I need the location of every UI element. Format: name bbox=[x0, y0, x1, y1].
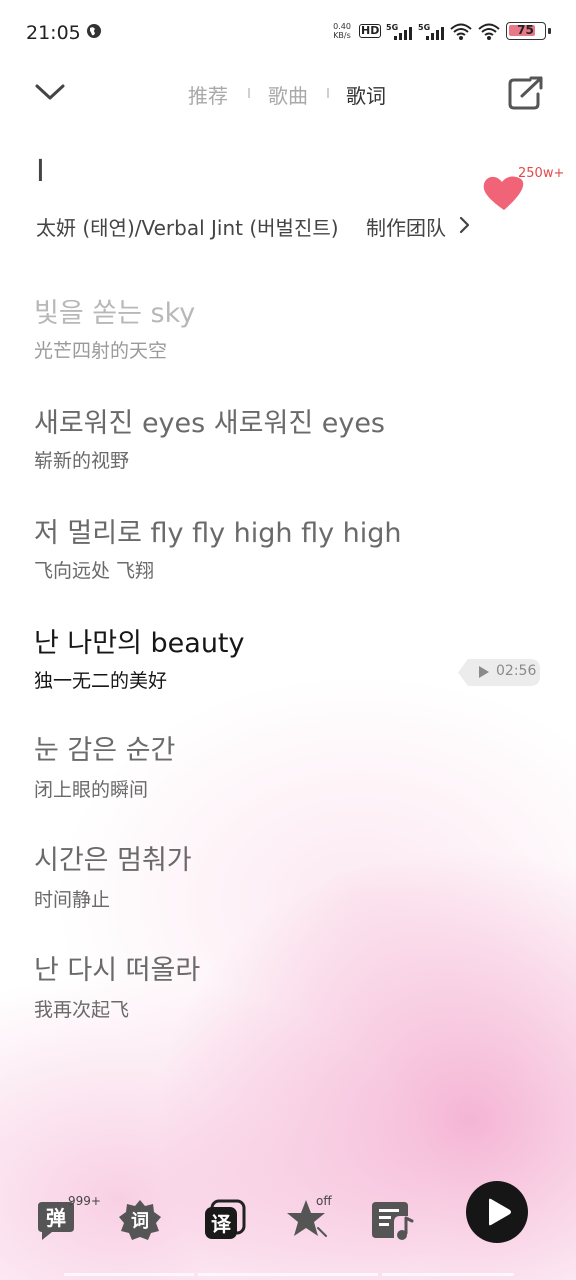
playlist-icon[interactable] bbox=[370, 1198, 414, 1242]
hd-badge: HD bbox=[359, 24, 382, 38]
share-icon[interactable] bbox=[504, 74, 548, 114]
translate-button[interactable]: 译 bbox=[202, 1198, 246, 1242]
tab-divider bbox=[248, 88, 250, 98]
signal-icon: 5G bbox=[386, 23, 412, 40]
lyric-line[interactable]: 저 멀리로 fly fly high fly high bbox=[34, 511, 402, 550]
tab-lyrics[interactable]: 歌词 bbox=[346, 80, 386, 109]
lyric-translation[interactable]: 闭上眼的瞬间 bbox=[34, 775, 148, 802]
chevron-down-icon[interactable] bbox=[30, 74, 70, 110]
lyric-style-label: 词 bbox=[131, 1211, 149, 1232]
clock: 21:05 bbox=[26, 22, 81, 44]
credits-link[interactable]: 制作团队 bbox=[366, 212, 446, 241]
tab-song[interactable]: 歌曲 bbox=[268, 80, 308, 109]
lyric-line[interactable]: 새로워진 eyes 새로워진 eyes bbox=[34, 401, 385, 440]
signal-icon: 5G bbox=[418, 23, 444, 40]
status-bar: 21:05 0.40 KB/s HD 5G 5G 75 bbox=[0, 0, 576, 64]
lyric-line-current[interactable]: 난 나만의 beauty bbox=[34, 621, 245, 660]
play-icon bbox=[479, 666, 489, 678]
danmu-label: 弹 bbox=[46, 1206, 66, 1230]
favorite-state: off bbox=[316, 1194, 332, 1208]
network-speed: 0.40 KB/s bbox=[330, 22, 354, 40]
play-icon bbox=[489, 1198, 511, 1226]
translate-label: 译 bbox=[211, 1212, 232, 1236]
lyric-line[interactable]: 빛을 쏟는 sky bbox=[34, 291, 195, 330]
lyric-translation[interactable]: 崭新的视野 bbox=[34, 446, 129, 473]
lyric-style-button[interactable]: 词 bbox=[118, 1198, 162, 1242]
lyric-translation[interactable]: 光芒四射的天空 bbox=[34, 336, 167, 363]
progress-track bbox=[64, 1273, 514, 1276]
song-title: I bbox=[36, 154, 45, 189]
lyric-line[interactable]: 난 다시 떠올라 bbox=[34, 948, 200, 987]
wifi-icon bbox=[478, 23, 500, 40]
net-type-label: 5G bbox=[418, 23, 430, 32]
speed-unit: KB/s bbox=[333, 31, 351, 40]
battery-tip bbox=[548, 28, 551, 34]
like-count: 250w+ bbox=[518, 166, 565, 181]
lyric-line[interactable]: 시간은 멈춰가 bbox=[34, 838, 192, 877]
lyric-translation[interactable]: 时间静止 bbox=[34, 885, 110, 912]
battery-percent: 75 bbox=[517, 23, 534, 37]
battery-icon: 75 bbox=[506, 22, 546, 40]
artist-name[interactable]: 太妍 (태연)/Verbal Jint (버벌진트) bbox=[36, 212, 348, 241]
lyric-translation-current[interactable]: 独一无二的美好 bbox=[34, 666, 167, 693]
lyric-translation[interactable]: 我再次起飞 bbox=[34, 995, 129, 1022]
seek-time[interactable]: 02:56 bbox=[496, 663, 536, 679]
globe-icon bbox=[87, 24, 101, 38]
play-button[interactable] bbox=[466, 1181, 528, 1243]
lyric-translation[interactable]: 飞向远处 飞翔 bbox=[34, 556, 154, 583]
net-type-label: 5G bbox=[386, 23, 398, 32]
tab-recommend[interactable]: 推荐 bbox=[188, 80, 228, 109]
tab-divider bbox=[327, 88, 329, 98]
danmu-count: 999+ bbox=[68, 1194, 101, 1208]
speed-value: 0.40 bbox=[333, 22, 351, 31]
wifi-icon bbox=[450, 23, 472, 40]
chevron-right-icon[interactable] bbox=[458, 216, 472, 234]
lyric-line[interactable]: 눈 감은 순간 bbox=[34, 728, 175, 767]
